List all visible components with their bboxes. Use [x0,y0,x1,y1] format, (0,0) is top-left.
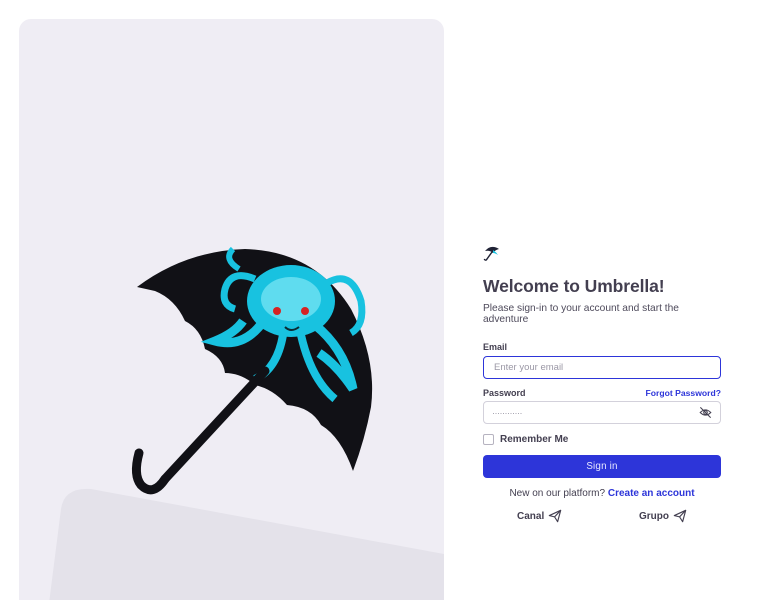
password-mask: ············ [492,407,522,418]
canal-link[interactable]: Canal [517,509,562,523]
remember-me-row: Remember Me [483,434,721,445]
umbrella-icon [483,246,499,261]
signup-text: New on our platform? [509,488,606,499]
password-label: Password [483,388,526,398]
signup-prompt: New on our platform? Create an account [483,488,721,499]
illustration-panel [19,19,444,600]
login-form: Welcome to Umbrella! Please sign-in to y… [483,244,721,523]
grupo-label: Grupo [639,510,669,522]
grupo-link[interactable]: Grupo [639,509,687,523]
email-placeholder: Enter your email [494,362,564,373]
forgot-password-link[interactable]: Forgot Password? [646,388,721,398]
eye-off-icon[interactable] [699,406,712,419]
create-account-link[interactable]: Create an account [608,488,695,499]
remember-me-checkbox[interactable] [483,434,494,445]
page-subtitle: Please sign-in to your account and start… [483,303,679,325]
password-label-row: Password Forgot Password? [483,388,721,398]
sign-in-button[interactable]: Sign in [483,455,721,478]
umbrella-octopus-illustration [131,246,373,495]
email-input[interactable]: Enter your email [483,356,721,379]
send-icon [673,509,687,523]
social-links: Canal Grupo [483,509,721,523]
password-input[interactable]: ············ [483,401,721,424]
remember-me-label[interactable]: Remember Me [500,434,568,445]
email-label: Email [483,342,508,352]
page-title: Welcome to Umbrella! [483,276,665,296]
send-icon [548,509,562,523]
canal-label: Canal [517,510,545,522]
